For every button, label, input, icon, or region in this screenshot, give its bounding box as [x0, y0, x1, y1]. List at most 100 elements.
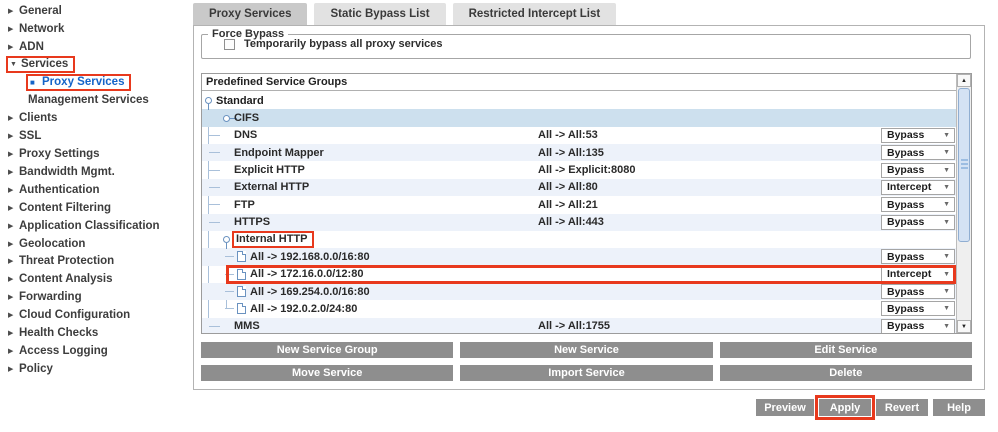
action-dropdown-value: Bypass [887, 250, 925, 263]
sidebar-item-network[interactable]: ▶ Network [0, 20, 192, 38]
table-row-mms[interactable]: MMS All -> All:1755 Bypass ▼ [202, 317, 956, 333]
table-row-all-169-254-0-0-16-80[interactable]: All -> 169.254.0.0/16:80 Bypass ▼ [202, 282, 956, 301]
scrollbar-thumb[interactable] [958, 88, 970, 242]
force-bypass-fieldset: Force Bypass Temporarily bypass all prox… [201, 28, 971, 59]
delete-button[interactable]: Delete [719, 365, 972, 381]
edit-service-button[interactable]: Edit Service [719, 342, 972, 358]
tab-proxy-services[interactable]: Proxy Services [193, 3, 308, 25]
revert-button[interactable]: Revert [876, 399, 928, 416]
sidebar-item-services[interactable]: ▼ Services [0, 56, 192, 74]
sidebar-item-adn[interactable]: ▶ ADN [0, 38, 192, 56]
table-row-endpoint-mapper[interactable]: Endpoint Mapper All -> All:135 Bypass ▼ [202, 144, 956, 162]
row-label: Standard [216, 94, 264, 107]
table-row-dns[interactable]: DNS All -> All:53 Bypass ▼ [202, 127, 956, 144]
apply-button[interactable]: Apply [815, 395, 875, 420]
chevron-down-icon: ▼ [943, 218, 950, 226]
scroll-up-icon[interactable]: ▲ [957, 74, 971, 87]
table-row-all-192-168-0-0-16-80[interactable]: All -> 192.168.0.0/16:80 Bypass ▼ [202, 248, 956, 266]
chevron-right-icon: ▶ [8, 294, 14, 302]
action-dropdown-value: Bypass [887, 285, 925, 298]
sidebar-item-content-filtering[interactable]: ▶ Content Filtering [0, 199, 192, 217]
sidebar-item-content-analysis[interactable]: ▶ Content Analysis [0, 270, 192, 288]
sidebar-item-policy[interactable]: ▶ Policy [0, 360, 192, 378]
red-highlight-box: ▼ Services [6, 56, 76, 74]
scroll-down-icon[interactable]: ▼ [957, 320, 971, 333]
sidebar-item-authentication[interactable]: ▶ Authentication [0, 181, 192, 199]
chevron-right-icon: ▶ [8, 365, 14, 373]
sidebar-item-label: SSL [19, 130, 42, 143]
sidebar-item-clients[interactable]: ▶ Clients [0, 109, 192, 127]
move-service-button[interactable]: Move Service [201, 365, 454, 381]
row-label: HTTPS [234, 216, 271, 229]
sidebar-item-content: ▶ Authentication [8, 184, 100, 196]
table-row-https[interactable]: HTTPS All -> All:443 Bypass ▼ [202, 213, 956, 231]
sidebar-item-proxy-services[interactable]: ■ Proxy Services [0, 74, 192, 92]
sidebar-item-geolocation[interactable]: ▶ Geolocation [0, 235, 192, 253]
chevron-right-icon: ▶ [8, 115, 14, 123]
table-row-ftp[interactable]: FTP All -> All:21 Bypass ▼ [202, 196, 956, 213]
tab-static-bypass-list[interactable]: Static Bypass List [314, 3, 446, 25]
action-dropdown[interactable]: Bypass ▼ [881, 301, 955, 317]
force-bypass-checkbox[interactable] [224, 38, 235, 50]
table-row-external-http[interactable]: External HTTP All -> All:80 Intercept ▼ [202, 178, 956, 197]
table-row-explicit-http[interactable]: Explicit HTTP All -> Explicit:8080 Bypass ▼ [202, 161, 956, 178]
tree-collapse-handle-icon[interactable] [205, 97, 212, 111]
row-label: FTP [234, 198, 255, 211]
tab-restricted-intercept-list[interactable]: Restricted Intercept List [452, 3, 617, 25]
selected-item-bullet-icon: ■ [30, 77, 35, 87]
sidebar-item-proxy-settings[interactable]: ▶ Proxy Settings [0, 145, 192, 163]
sidebar-item-label: Clients [19, 112, 58, 125]
sidebar-item-cloud-configuration[interactable]: ▶ Cloud Configuration [0, 306, 192, 324]
sidebar-item-content: Management Services [28, 94, 149, 106]
table-row-cifs[interactable]: CIFS [202, 109, 956, 127]
sidebar-item-label: General [19, 4, 62, 17]
table-row-all-172-16-0-0-12-80[interactable]: All -> 172.16.0.0/12:80 Intercept ▼ [202, 264, 956, 285]
tree-collapse-handle-icon[interactable] [223, 236, 230, 250]
chevron-right-icon: ▶ [8, 133, 14, 141]
import-service-button[interactable]: Import Service [460, 365, 713, 381]
action-dropdown[interactable]: Intercept ▼ [881, 179, 955, 195]
tree-connector-line [225, 308, 234, 310]
help-button[interactable]: Help [933, 399, 985, 416]
sidebar-item-content: ▶ Network [8, 23, 64, 35]
tree-expand-handle-icon[interactable] [223, 114, 237, 122]
sidebar-item-bandwidth-mgmt[interactable]: ▶ Bandwidth Mgmt. [0, 163, 192, 181]
preview-button[interactable]: Preview [756, 399, 814, 416]
sidebar-item-content: ▶ General [8, 5, 62, 17]
sidebar-item-label: Content Analysis [19, 273, 113, 286]
sidebar-item-content: ▶ Health Checks [8, 327, 98, 339]
table-row-internal-http[interactable]: Internal HTTP [202, 231, 956, 250]
action-dropdown[interactable]: Bypass ▼ [881, 318, 955, 333]
action-button-row: Move Service Import Service Delete [201, 365, 972, 381]
vertical-scrollbar[interactable]: ▲ ▼ [956, 74, 971, 333]
table-row-standard[interactable]: Standard [202, 92, 956, 111]
action-dropdown[interactable]: Bypass ▼ [881, 162, 955, 178]
sidebar-item-management-services[interactable]: Management Services [0, 91, 192, 109]
table-row-all-192-0-2-0-24-80[interactable]: All -> 192.0.2.0/24:80 Bypass ▼ [202, 300, 956, 317]
sidebar-item-health-checks[interactable]: ▶ Health Checks [0, 324, 192, 342]
action-dropdown[interactable]: Intercept ▼ [881, 266, 955, 282]
sidebar-item-application-classification[interactable]: ▶ Application Classification [0, 217, 192, 235]
sidebar-item-access-logging[interactable]: ▶ Access Logging [0, 342, 192, 360]
sidebar-item-forwarding[interactable]: ▶ Forwarding [0, 288, 192, 306]
sidebar-item-label: Proxy Services [42, 76, 125, 88]
sidebar-item-ssl[interactable]: ▶ SSL [0, 127, 192, 145]
new-service-button[interactable]: New Service [460, 342, 713, 358]
sidebar-item-content: ▶ Forwarding [8, 291, 82, 303]
new-service-group-button[interactable]: New Service Group [201, 342, 454, 358]
tree-connector-line [209, 325, 220, 327]
action-button-row: New Service Group New Service Edit Service [201, 342, 972, 358]
action-dropdown[interactable]: Bypass ▼ [881, 249, 955, 265]
action-dropdown[interactable]: Bypass ▼ [881, 127, 955, 143]
action-dropdown[interactable]: Bypass ▼ [881, 145, 955, 161]
action-dropdown[interactable]: Bypass ▼ [881, 214, 955, 230]
table-header: Predefined Service Groups [202, 74, 971, 91]
destination-value: All -> All:53 [538, 129, 598, 142]
sidebar-item-general[interactable]: ▶ General [0, 2, 192, 20]
sidebar-item-threat-protection[interactable]: ▶ Threat Protection [0, 252, 192, 270]
chevron-right-icon: ▶ [8, 186, 14, 194]
sidebar-item-label: Policy [19, 362, 53, 375]
action-dropdown[interactable]: Bypass ▼ [881, 197, 955, 213]
chevron-right-icon: ▶ [8, 222, 14, 230]
action-dropdown[interactable]: Bypass ▼ [881, 284, 955, 300]
